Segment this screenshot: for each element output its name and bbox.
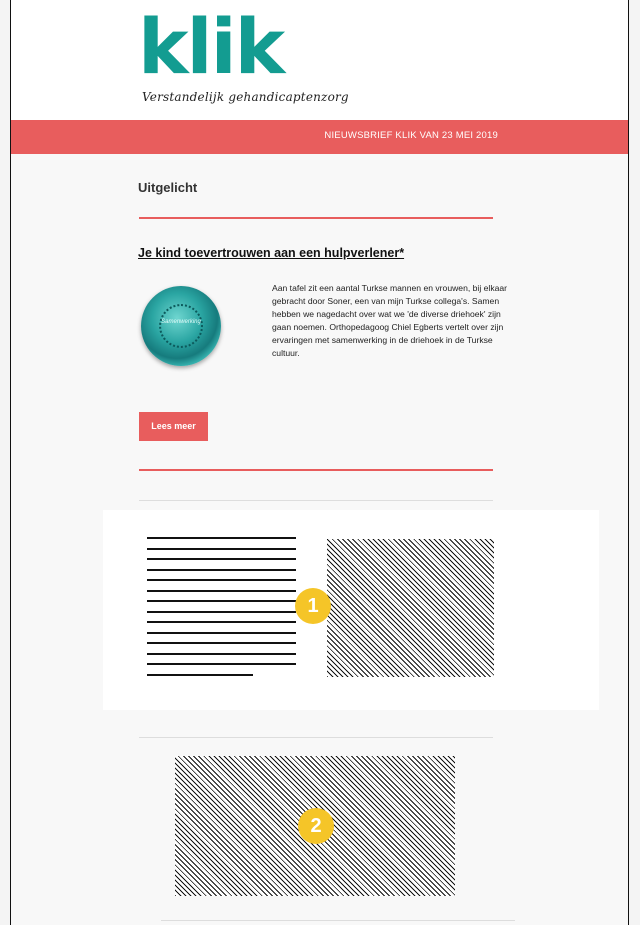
plate-label: Samenwerking [161,319,201,325]
text-line [147,610,296,613]
klik-logo[interactable]: klik [138,4,285,90]
text-line [147,579,296,581]
image-placeholder-1 [327,539,494,677]
header: klik Verstandelijk gehandicaptenzorg [11,0,628,120]
banner-date-text: NIEUWSBRIEF KLIK VAN 23 MEI 2019 [324,130,498,141]
read-more-button[interactable]: Lees meer [139,412,208,441]
text-line [147,642,296,644]
section-title: Uitgelicht [138,180,198,195]
text-line [147,537,296,539]
light-divider-2 [139,737,493,738]
logo-tagline: Verstandelijk gehandicaptenzorg [142,90,349,104]
number-badge-1: 1 [295,588,331,624]
light-divider-3 [161,920,515,921]
article-body: Aan tafel zit een aantal Turkse mannen e… [272,283,508,358]
text-line [147,589,296,592]
article-title-link[interactable]: Je kind toevertrouwen aan een hulpverlen… [138,246,404,260]
text-placeholder-lines [147,537,296,684]
number-badge-2: 2 [298,808,334,844]
text-line [147,600,296,602]
text-line [147,663,296,665]
text-line [147,568,296,571]
newsletter-frame: klik Verstandelijk gehandicaptenzorg NIE… [10,0,629,925]
plate-ring [159,304,203,348]
text-line [147,631,296,634]
text-line [147,652,296,655]
text-line [147,547,296,550]
article-image-plate[interactable]: Samenwerking [141,286,221,366]
text-line [147,621,296,623]
section-divider-bottom [139,469,493,471]
text-line [147,673,253,676]
text-line [147,558,296,560]
light-divider-1 [139,500,493,501]
section-divider-top [139,217,493,219]
newsletter-banner: NIEUWSBRIEF KLIK VAN 23 MEI 2019 [11,120,628,154]
